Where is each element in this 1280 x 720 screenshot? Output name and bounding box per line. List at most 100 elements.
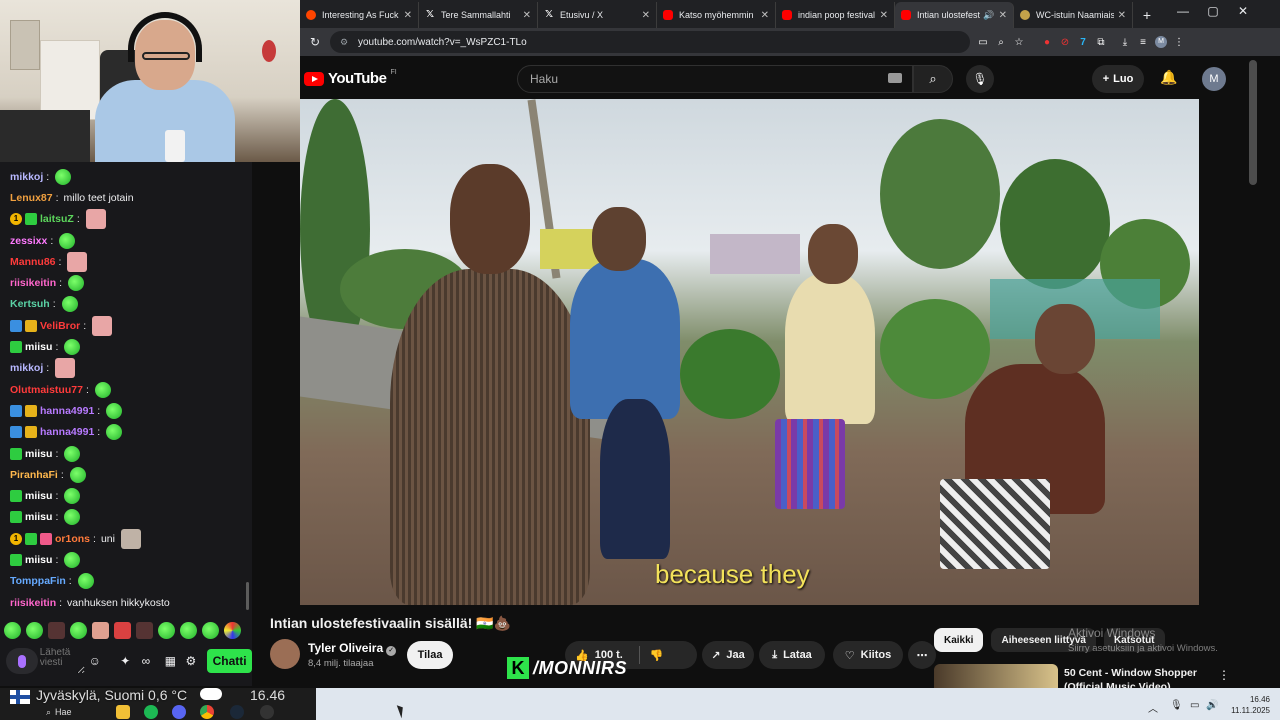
chat-username[interactable]: riisikeitin [10, 597, 56, 609]
extension-7tv-icon[interactable]: 7 [1074, 33, 1092, 51]
green-badge-icon[interactable] [10, 490, 22, 503]
menu-kebab-icon[interactable]: ⋮ [1170, 33, 1188, 51]
channel-points-icon[interactable]: ∞ [136, 650, 157, 672]
site-info-icon[interactable]: ⚙ [340, 37, 350, 47]
chat-username[interactable]: laitsuZ [40, 213, 74, 225]
chat-username[interactable]: riisikeitin [10, 277, 56, 289]
emote-button[interactable] [4, 621, 21, 639]
thanks-button[interactable]: ♡ Kiitos [833, 641, 903, 669]
browser-tab[interactable]: 𝕏 Tere Sammallahti ✕ [419, 2, 538, 28]
chat-input[interactable] [39, 648, 85, 674]
dislike-thumb-icon[interactable]: 👎 [650, 649, 664, 662]
chat-username[interactable]: miisu [25, 554, 52, 566]
chat-username[interactable]: mikkoj [10, 171, 43, 183]
recommended-video-thumbnail[interactable] [934, 664, 1058, 688]
blue-badge-icon[interactable] [10, 404, 22, 417]
tray-chevron-icon[interactable]: ︿ [1148, 700, 1158, 715]
tray-mic-icon[interactable]: 🎙 [1170, 700, 1183, 711]
extensions-puzzle-icon[interactable]: ⧉ [1092, 33, 1110, 51]
account-avatar[interactable]: M [1202, 67, 1226, 91]
chat-username[interactable]: Mannu86 [10, 256, 56, 268]
cast-icon[interactable]: ▭ [974, 33, 992, 51]
crown-badge-icon[interactable] [25, 426, 37, 439]
browser-tab[interactable]: Interesting As Fuck ✕ [300, 2, 419, 28]
emote-button[interactable] [114, 621, 131, 639]
video-player[interactable]: because they [300, 99, 1199, 605]
emote-button[interactable] [224, 621, 241, 639]
tray-display-icon[interactable]: ▭ [1190, 700, 1199, 711]
emote-picker-icon[interactable]: ☺ [85, 650, 106, 672]
bits-icon[interactable]: ✦ [115, 650, 136, 672]
green-badge-icon[interactable] [25, 213, 37, 226]
emote-button[interactable] [48, 621, 65, 639]
create-button[interactable]: + Luo [1092, 65, 1144, 93]
chat-username[interactable]: or1ons [55, 533, 90, 545]
new-tab-button[interactable]: + [1133, 2, 1161, 28]
file-explorer-icon[interactable] [116, 705, 130, 719]
minimize-icon[interactable]: — [1168, 4, 1198, 18]
settings-gear-icon[interactable]: ⚙ [181, 650, 202, 672]
emote-button[interactable] [202, 621, 219, 639]
maximize-icon[interactable]: ▢ [1198, 4, 1228, 18]
chat-scrollbar[interactable] [246, 582, 249, 610]
youtube-logo[interactable]: YouTube FI [304, 69, 397, 87]
green-badge-icon[interactable] [10, 341, 22, 354]
blue-badge-icon[interactable] [10, 319, 22, 332]
browser-tab[interactable]: 𝕏 Etusivu / X ✕ [538, 2, 657, 28]
channel-name[interactable]: Tyler Oliveira ✓ [308, 641, 397, 656]
page-scrollbar[interactable] [1249, 60, 1257, 185]
steam-icon[interactable] [230, 705, 244, 719]
emote-button[interactable] [70, 621, 87, 639]
emote-button[interactable] [136, 621, 153, 639]
system-clock[interactable]: 16.46 11.11.2025 [1222, 694, 1270, 716]
search-icon[interactable]: ⌕ [913, 65, 953, 93]
tab-close-icon[interactable]: ✕ [761, 10, 769, 21]
download-button[interactable]: ⤓ Lataa [759, 641, 825, 669]
chat-username[interactable]: Olutmaistuu77 [10, 384, 83, 396]
chat-send-button[interactable]: Chatti [207, 649, 252, 673]
pink-badge-icon[interactable] [40, 532, 52, 545]
emote-button[interactable] [180, 621, 197, 639]
filter-chip[interactable]: Kaikki [934, 628, 984, 652]
voice-search-mic-icon[interactable]: 🎙 [966, 65, 994, 93]
address-bar[interactable]: ⚙ youtube.com/watch?v=_WsPZC1-TLo [330, 31, 970, 53]
chat-username[interactable]: miisu [25, 511, 52, 523]
tab-close-icon[interactable]: ✕ [999, 10, 1007, 21]
more-actions-icon[interactable]: ⋯ [908, 641, 936, 669]
reload-icon[interactable]: ↻ [304, 31, 326, 53]
chat-username[interactable]: miisu [25, 448, 52, 460]
mic-button[interactable] [6, 648, 38, 674]
youtube-search-input[interactable]: Haku [517, 65, 913, 93]
chat-username[interactable]: miisu [25, 341, 52, 353]
chat-username[interactable]: Kertsuh [10, 298, 50, 310]
chat-username[interactable]: TomppaFin [10, 575, 66, 587]
green-badge-icon[interactable] [10, 511, 22, 524]
chat-username[interactable]: miisu [25, 490, 52, 502]
share-button[interactable]: ↗ Jaa [702, 641, 754, 669]
channel-avatar[interactable] [270, 639, 300, 669]
chat-username[interactable]: hanna4991 [40, 426, 94, 438]
tab-close-icon[interactable]: ✕ [404, 10, 412, 21]
gift-icon[interactable]: ▦ [160, 650, 181, 672]
crown-badge-icon[interactable] [25, 404, 37, 417]
browser-tab[interactable]: Katso myöhemmin ✕ [657, 2, 776, 28]
close-window-icon[interactable]: ✕ [1228, 4, 1258, 18]
browser-tab[interactable]: WC-istuin Naamiais ✕ [1014, 2, 1133, 28]
gold-badge-icon[interactable]: 1 [10, 532, 22, 545]
extension-block-icon[interactable]: ⊘ [1056, 33, 1074, 51]
tab-close-icon[interactable]: ✕ [1118, 10, 1126, 21]
subscribe-button[interactable]: Tilaa [407, 641, 453, 669]
tab-audio-icon[interactable]: 🔊 [983, 10, 994, 21]
media-icon[interactable]: ≡ [1134, 33, 1152, 51]
obs-icon[interactable] [260, 705, 274, 719]
profile-icon[interactable]: M [1152, 33, 1170, 51]
keyboard-icon[interactable] [888, 73, 902, 83]
blue-badge-icon[interactable] [10, 426, 22, 439]
browser-tab[interactable]: Intian ulostefest 🔊 ✕ [895, 2, 1014, 28]
spotify-icon[interactable] [144, 705, 158, 719]
chat-username[interactable]: zessixx [10, 235, 47, 247]
tab-close-icon[interactable]: ✕ [880, 10, 888, 21]
bookmark-star-icon[interactable]: ☆ [1010, 33, 1028, 51]
emote-button[interactable] [92, 621, 109, 639]
chat-username[interactable]: Lenux87 [10, 192, 53, 204]
